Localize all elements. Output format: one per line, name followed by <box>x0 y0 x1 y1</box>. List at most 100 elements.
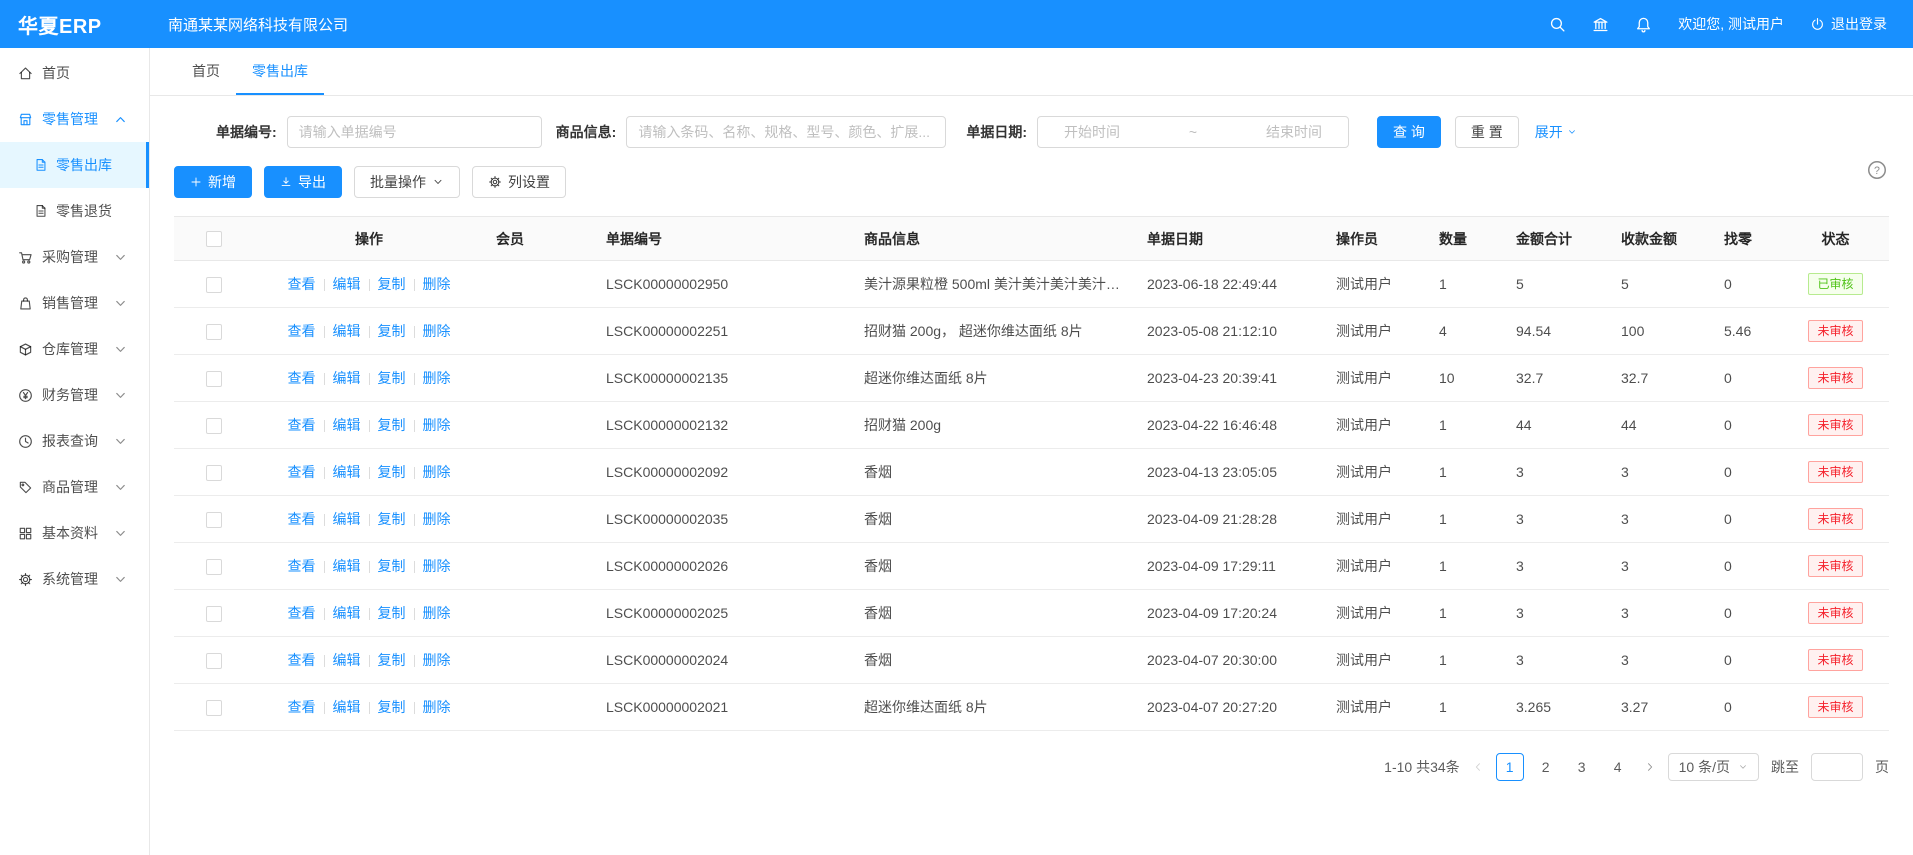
sidebar-item-goods[interactable]: 商品管理 <box>0 464 149 510</box>
delete-link[interactable]: 删除 <box>423 323 451 339</box>
table-row: 查看编辑复制删除LSCK00000002132招财猫 200g2023-04-2… <box>174 402 1889 449</box>
page-button-1[interactable]: 1 <box>1496 753 1524 781</box>
search-button[interactable]: 查 询 <box>1377 116 1441 148</box>
view-link[interactable]: 查看 <box>288 276 316 292</box>
view-link[interactable]: 查看 <box>288 699 316 715</box>
copy-link[interactable]: 复制 <box>378 511 406 527</box>
jump-page-input[interactable] <box>1811 753 1863 781</box>
row-product: 招财猫 200g <box>852 402 1135 449</box>
page-button-3[interactable]: 3 <box>1568 753 1596 781</box>
copy-link[interactable]: 复制 <box>378 605 406 621</box>
copy-link[interactable]: 复制 <box>378 558 406 574</box>
sidebar-item-retail[interactable]: 零售管理 <box>0 96 149 142</box>
bank-icon[interactable] <box>1592 16 1609 33</box>
product-info-input[interactable] <box>626 116 946 148</box>
row-checkbox[interactable] <box>206 371 222 387</box>
row-checkbox[interactable] <box>206 465 222 481</box>
edit-link[interactable]: 编辑 <box>333 370 361 386</box>
column-header: 收款金额 <box>1609 217 1712 261</box>
edit-link[interactable]: 编辑 <box>333 464 361 480</box>
export-button[interactable]: 导出 <box>264 166 342 198</box>
divider <box>324 279 325 291</box>
view-link[interactable]: 查看 <box>288 464 316 480</box>
edit-link[interactable]: 编辑 <box>333 323 361 339</box>
tab-retail-outbound[interactable]: 零售出库 <box>236 48 324 95</box>
row-checkbox[interactable] <box>206 606 222 622</box>
view-link[interactable]: 查看 <box>288 511 316 527</box>
sidebar-item-warehouse[interactable]: 仓库管理 <box>0 326 149 372</box>
batch-operations-button[interactable]: 批量操作 <box>354 166 460 198</box>
copy-link[interactable]: 复制 <box>378 464 406 480</box>
column-header: 金额合计 <box>1504 217 1609 261</box>
delete-link[interactable]: 删除 <box>423 699 451 715</box>
copy-link[interactable]: 复制 <box>378 652 406 668</box>
chevron-left-icon[interactable] <box>1472 761 1484 773</box>
column-settings-button[interactable]: 列设置 <box>472 166 566 198</box>
view-link[interactable]: 查看 <box>288 652 316 668</box>
help-icon[interactable]: ? <box>1867 160 1887 180</box>
bell-icon[interactable] <box>1635 16 1652 33</box>
delete-link[interactable]: 删除 <box>423 511 451 527</box>
bill-date-label: 单据日期: <box>966 122 1027 142</box>
view-link[interactable]: 查看 <box>288 417 316 433</box>
delete-link[interactable]: 删除 <box>423 652 451 668</box>
add-button[interactable]: 新增 <box>174 166 252 198</box>
row-checkbox[interactable] <box>206 324 222 340</box>
delete-link[interactable]: 删除 <box>423 605 451 621</box>
edit-link[interactable]: 编辑 <box>333 699 361 715</box>
copy-link[interactable]: 复制 <box>378 323 406 339</box>
top-header: 华夏ERP 南通某某网络科技有限公司 欢迎您, 测试用户 退出登录 <box>0 0 1913 48</box>
select-all-checkbox[interactable] <box>206 231 222 247</box>
edit-link[interactable]: 编辑 <box>333 558 361 574</box>
copy-link[interactable]: 复制 <box>378 276 406 292</box>
edit-link[interactable]: 编辑 <box>333 276 361 292</box>
view-link[interactable]: 查看 <box>288 558 316 574</box>
chevron-right-icon[interactable] <box>1644 761 1656 773</box>
row-checkbox[interactable] <box>206 653 222 669</box>
reset-button[interactable]: 重 置 <box>1455 116 1519 148</box>
sidebar-item-basic[interactable]: 基本资料 <box>0 510 149 556</box>
copy-link[interactable]: 复制 <box>378 370 406 386</box>
row-checkbox[interactable] <box>206 277 222 293</box>
edit-link[interactable]: 编辑 <box>333 605 361 621</box>
delete-link[interactable]: 删除 <box>423 464 451 480</box>
view-link[interactable]: 查看 <box>288 323 316 339</box>
search-icon[interactable] <box>1549 16 1566 33</box>
sidebar-item-purchase[interactable]: 采购管理 <box>0 234 149 280</box>
sidebar-item-home[interactable]: 首页 <box>0 50 149 96</box>
delete-link[interactable]: 删除 <box>423 370 451 386</box>
row-checkbox[interactable] <box>206 559 222 575</box>
page-button-4[interactable]: 4 <box>1604 753 1632 781</box>
table-row: 查看编辑复制删除LSCK00000002092香烟2023-04-13 23:0… <box>174 449 1889 496</box>
copy-link[interactable]: 复制 <box>378 699 406 715</box>
page-button-2[interactable]: 2 <box>1532 753 1560 781</box>
logout-button[interactable]: 退出登录 <box>1810 14 1887 34</box>
sidebar-item-finance[interactable]: 财务管理 <box>0 372 149 418</box>
view-link[interactable]: 查看 <box>288 370 316 386</box>
row-bill-no: LSCK00000002950 <box>594 261 852 308</box>
delete-link[interactable]: 删除 <box>423 276 451 292</box>
date-range-picker[interactable]: 开始时间 ~ 结束时间 <box>1037 116 1349 148</box>
report-icon <box>18 434 33 449</box>
edit-link[interactable]: 编辑 <box>333 652 361 668</box>
sidebar-item-system[interactable]: 系统管理 <box>0 556 149 602</box>
delete-link[interactable]: 删除 <box>423 417 451 433</box>
view-link[interactable]: 查看 <box>288 605 316 621</box>
row-checkbox[interactable] <box>206 512 222 528</box>
sidebar-item-sales[interactable]: 销售管理 <box>0 280 149 326</box>
sidebar-item-report[interactable]: 报表查询 <box>0 418 149 464</box>
row-checkbox[interactable] <box>206 418 222 434</box>
bill-no-input[interactable] <box>287 116 542 148</box>
edit-link[interactable]: 编辑 <box>333 511 361 527</box>
copy-link[interactable]: 复制 <box>378 417 406 433</box>
tab-home[interactable]: 首页 <box>176 48 236 95</box>
row-change: 0 <box>1712 590 1782 637</box>
page-size-select[interactable]: 10 条/页 <box>1668 753 1759 781</box>
edit-link[interactable]: 编辑 <box>333 417 361 433</box>
sidebar-subitem-retail-out[interactable]: 零售出库 <box>0 142 149 188</box>
sidebar-subitem-retail-return[interactable]: 零售退货 <box>0 188 149 234</box>
chevron-down-icon <box>113 296 128 311</box>
row-checkbox[interactable] <box>206 700 222 716</box>
expand-link[interactable]: 展开 <box>1535 122 1577 142</box>
delete-link[interactable]: 删除 <box>423 558 451 574</box>
